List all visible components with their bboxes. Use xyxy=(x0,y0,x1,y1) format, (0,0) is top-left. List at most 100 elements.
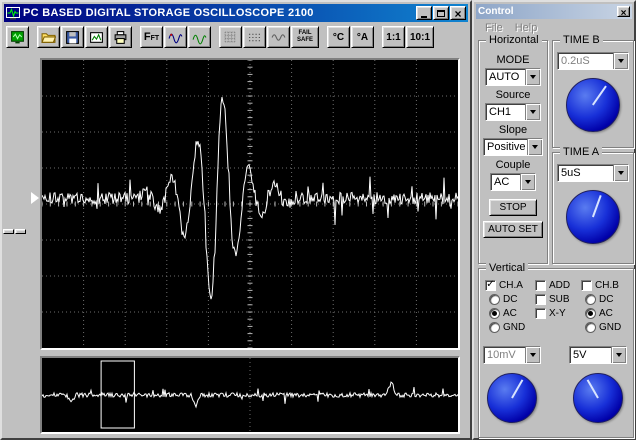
chb-dc-radio[interactable] xyxy=(585,293,596,305)
time-a-group: TIME A 5uS xyxy=(552,146,634,264)
arrow-down-icon xyxy=(530,110,536,114)
mode-value: AUTO xyxy=(489,71,520,83)
save-button[interactable] xyxy=(61,26,84,48)
chb-volts-value: 5V xyxy=(573,349,587,361)
arrow-down-icon xyxy=(530,353,536,357)
xy-label: X-Y xyxy=(549,307,566,319)
sub-checkbox[interactable] xyxy=(535,293,546,305)
cha-gnd-radio[interactable] xyxy=(489,321,500,333)
menu-help[interactable]: Help xyxy=(510,22,543,34)
main-titlebar[interactable]: PC BASED DIGITAL STORAGE OSCILLOSCOPE 21… xyxy=(4,4,468,22)
control-close-button[interactable] xyxy=(617,6,630,17)
chb-ac-radio[interactable] xyxy=(585,307,596,319)
cha-checkbox[interactable] xyxy=(485,279,496,291)
chb-volts-knob[interactable] xyxy=(573,373,623,423)
cha-volts-combobox[interactable]: 10mV xyxy=(483,346,541,364)
dropdown-arrow-icon[interactable] xyxy=(613,165,628,181)
run-button[interactable] xyxy=(6,26,29,48)
dropdown-arrow-icon[interactable] xyxy=(525,104,540,120)
print-button[interactable] xyxy=(109,26,132,48)
ampere-button[interactable]: °A xyxy=(351,26,374,48)
cha-volts-knob[interactable] xyxy=(487,373,537,423)
probe-10x-label: 10:1 xyxy=(409,31,430,43)
chb-gnd-radio[interactable] xyxy=(585,321,596,333)
time-b-group: TIME B 0.2uS xyxy=(552,34,634,148)
dropdown-arrow-icon[interactable] xyxy=(611,347,626,363)
open-button[interactable] xyxy=(37,26,60,48)
arrow-down-icon xyxy=(532,145,538,149)
failsafe-label-1: FAIL xyxy=(298,30,312,36)
couple-label: Couple xyxy=(495,159,531,171)
menu-file[interactable]: File xyxy=(480,22,508,34)
floppy-icon xyxy=(66,30,79,44)
grid-toggle-button[interactable] xyxy=(219,26,242,48)
dropdown-arrow-icon[interactable] xyxy=(525,347,540,363)
failsafe-label-2: SAFE xyxy=(296,37,313,43)
close-icon xyxy=(454,6,461,21)
minimize-button[interactable] xyxy=(416,6,432,20)
time-b-stack: 0.2uS xyxy=(553,41,633,132)
scope-overview-display[interactable] xyxy=(40,356,460,434)
trigger-marker-icon[interactable] xyxy=(31,192,39,204)
channel-b-options: CH.B DC AC GND xyxy=(581,278,621,334)
channel-a-options: CH.A DC AC GND xyxy=(485,278,525,334)
slope-combobox[interactable]: Positive xyxy=(483,138,543,156)
position-slider-b[interactable] xyxy=(15,229,26,234)
control-titlebar[interactable]: Control xyxy=(476,4,632,19)
add-checkbox[interactable] xyxy=(535,279,546,291)
cha-dc-label: DC xyxy=(503,293,518,305)
app-icon xyxy=(6,7,20,20)
celsius-button[interactable]: °C xyxy=(327,26,350,48)
horizontal-group: Horizontal MODE AUTO Source CH1 Slope Po… xyxy=(478,34,548,264)
failsafe-button[interactable]: FAIL SAFE xyxy=(291,26,319,48)
dotted-grid-button[interactable] xyxy=(243,26,266,48)
auto-set-button[interactable]: AUTO SET xyxy=(483,221,543,238)
main-toolbar: F FT FAIL SAFE °C °A 1:1 10:1 xyxy=(6,24,468,50)
folder-icon xyxy=(41,32,56,43)
arrow-down-icon xyxy=(618,59,624,63)
chb-volts-combobox[interactable]: 5V xyxy=(569,346,627,364)
source-value: CH1 xyxy=(489,106,512,118)
cha-dc-radio[interactable] xyxy=(489,293,500,305)
arrow-down-icon xyxy=(616,353,622,357)
close-button[interactable] xyxy=(450,6,466,20)
time-b-group-label: TIME B xyxy=(560,34,603,46)
run-icon xyxy=(11,30,24,43)
source-combobox[interactable]: CH1 xyxy=(485,103,541,121)
time-b-combobox[interactable]: 0.2uS xyxy=(557,52,629,70)
single-capture-button[interactable] xyxy=(164,26,187,48)
time-a-value: 5uS xyxy=(561,167,581,179)
probe-1x-button[interactable]: 1:1 xyxy=(382,26,405,48)
dropdown-arrow-icon[interactable] xyxy=(527,139,542,155)
position-slider-a[interactable] xyxy=(3,229,14,234)
time-a-group-label: TIME A xyxy=(560,146,603,158)
time-a-knob[interactable] xyxy=(566,190,620,244)
persistence-button[interactable] xyxy=(267,26,290,48)
xy-checkbox[interactable] xyxy=(535,307,546,319)
time-b-knob[interactable] xyxy=(566,78,620,132)
copy-image-button[interactable] xyxy=(85,26,108,48)
maximize-button[interactable] xyxy=(433,6,449,20)
close-icon xyxy=(621,4,627,19)
dropdown-arrow-icon[interactable] xyxy=(520,174,535,190)
cha-ac-radio[interactable] xyxy=(489,307,500,319)
scope-main-display[interactable] xyxy=(40,58,460,350)
window-title: PC BASED DIGITAL STORAGE OSCILLOSCOPE 21… xyxy=(23,7,314,19)
time-a-combobox[interactable]: 5uS xyxy=(557,164,629,182)
cha-gnd-label: GND xyxy=(503,321,526,333)
dropdown-arrow-icon[interactable] xyxy=(525,69,540,85)
knob-face xyxy=(573,373,623,423)
couple-value: AC xyxy=(494,176,510,188)
couple-combobox[interactable]: AC xyxy=(490,173,536,191)
vertical-group-label: Vertical xyxy=(486,262,529,274)
dropdown-arrow-icon[interactable] xyxy=(613,53,628,69)
stop-button[interactable]: STOP xyxy=(489,199,537,216)
chb-checkbox[interactable] xyxy=(581,279,592,291)
filter-button[interactable] xyxy=(188,26,211,48)
control-title: Control xyxy=(478,6,514,17)
mode-combobox[interactable]: AUTO xyxy=(485,68,541,86)
mode-label: MODE xyxy=(496,54,530,66)
add-label: ADD xyxy=(549,279,571,291)
probe-10x-button[interactable]: 10:1 xyxy=(406,26,434,48)
fft-button[interactable]: F FT xyxy=(140,26,163,48)
